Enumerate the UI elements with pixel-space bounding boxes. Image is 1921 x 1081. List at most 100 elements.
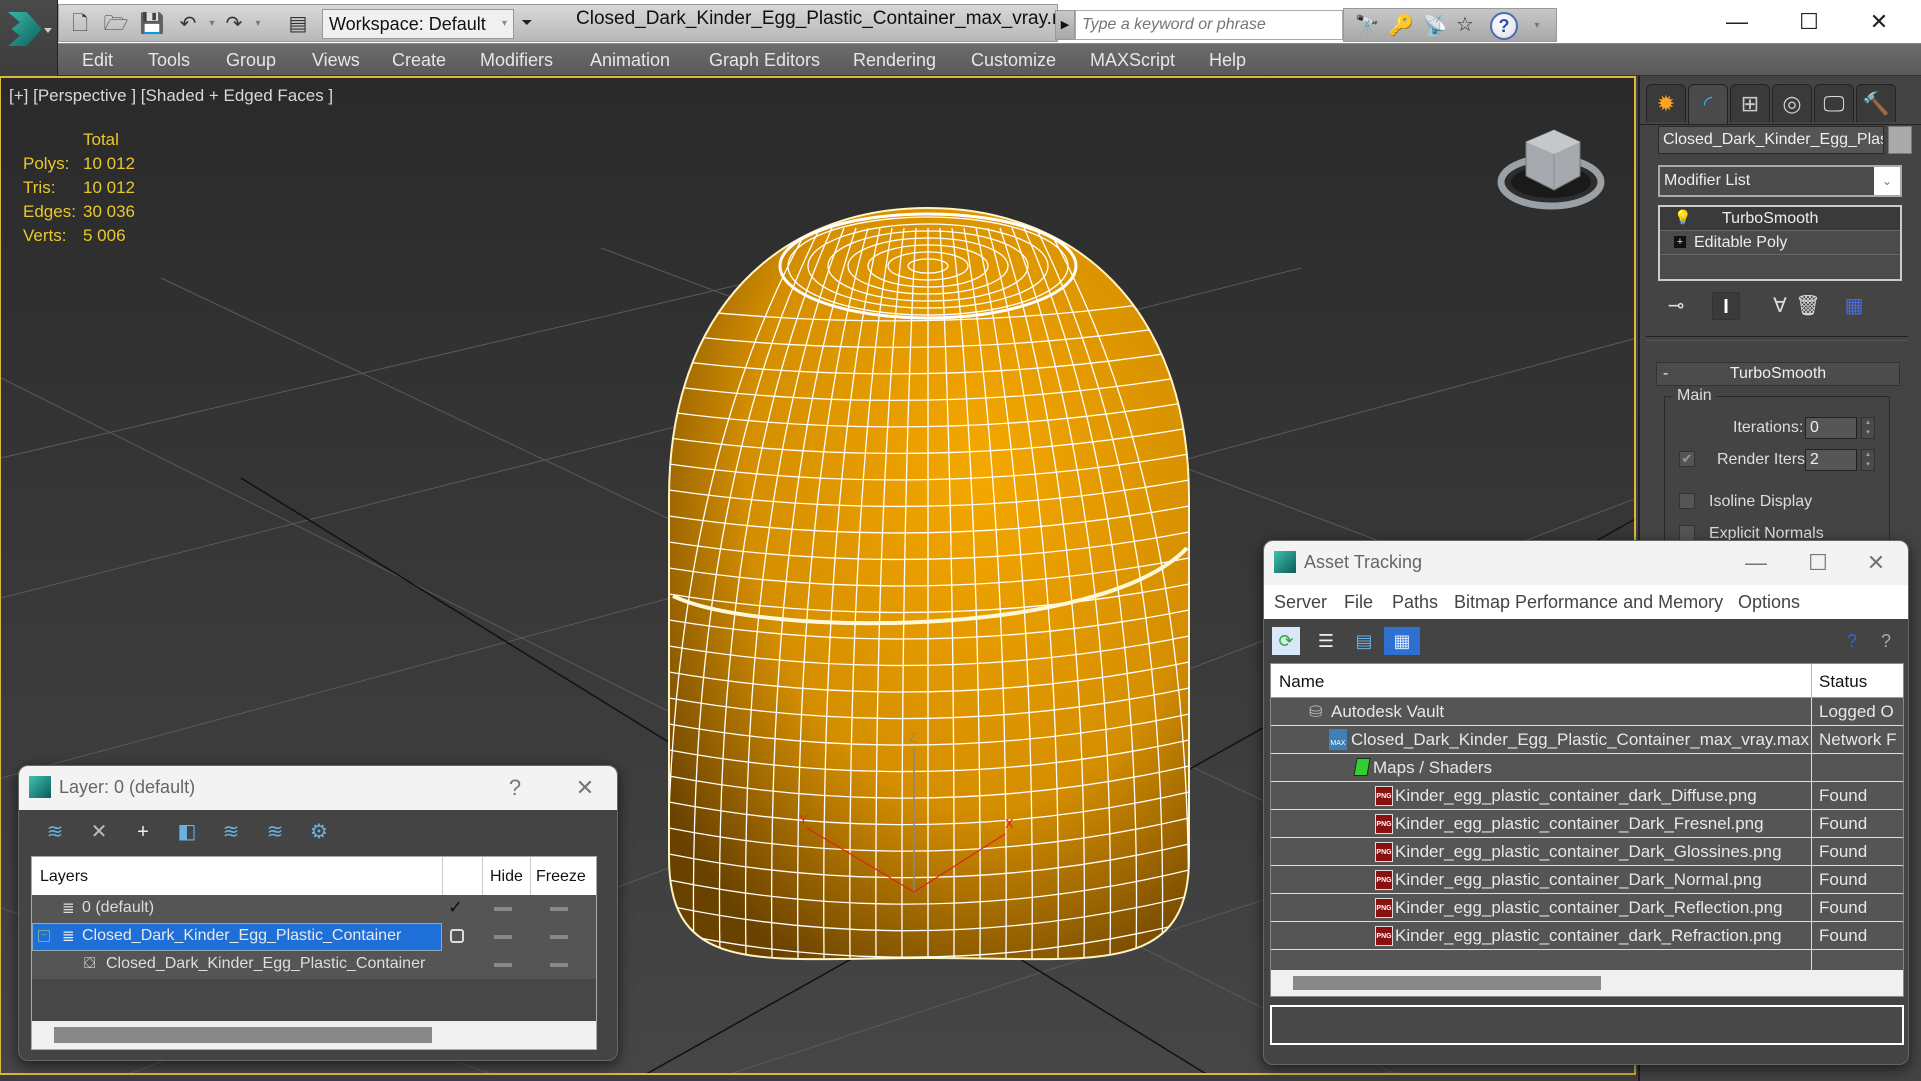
layer-row-selected[interactable]: − ≣ Closed_Dark_Kinder_Egg_Plastic_Conta… xyxy=(32,923,596,951)
menu-bitmap-performance[interactable]: Bitmap Performance and Memory xyxy=(1454,592,1723,613)
table-row[interactable]: PNG Kinder_egg_plastic_container_Dark_No… xyxy=(1271,866,1903,894)
menu-create[interactable]: Create xyxy=(392,50,446,71)
menu-server[interactable]: Server xyxy=(1274,592,1327,613)
freeze-toggle[interactable] xyxy=(550,935,568,939)
project-folder-icon[interactable]: ▤ xyxy=(285,11,311,37)
table-row[interactable]: PNG Kinder_egg_plastic_container_dark_Di… xyxy=(1271,782,1903,810)
save-icon[interactable]: 💾 xyxy=(139,11,165,37)
column-status[interactable]: Status xyxy=(1819,672,1867,692)
viewcube[interactable] xyxy=(1496,118,1606,218)
menu-tools[interactable]: Tools xyxy=(148,50,190,71)
new-file-icon[interactable]: 🗋 xyxy=(67,11,93,37)
asset-path-field[interactable] xyxy=(1270,1005,1904,1045)
horizontal-scrollbar[interactable] xyxy=(32,1021,596,1049)
maximize-button[interactable]: ☐ xyxy=(1802,549,1834,577)
tab-modify[interactable]: ◜ xyxy=(1688,84,1728,124)
menu-rendering[interactable]: Rendering xyxy=(853,50,936,71)
object-color-swatch[interactable] xyxy=(1888,126,1912,154)
explicit-normals-checkbox[interactable] xyxy=(1679,525,1695,541)
key-icon[interactable]: 🔑 xyxy=(1388,13,1414,39)
add-to-layer-icon[interactable]: + xyxy=(129,818,157,846)
help-button[interactable]: ? xyxy=(499,774,531,802)
scrollbar-thumb[interactable] xyxy=(1293,976,1601,990)
select-objects-icon[interactable]: ◧ xyxy=(173,818,201,846)
table-view-icon[interactable]: ▦ xyxy=(1384,627,1420,655)
lightbulb-icon[interactable]: 💡 xyxy=(1674,209,1691,226)
menu-animation[interactable]: Animation xyxy=(590,50,670,71)
remove-modifier-icon[interactable]: 🗑 xyxy=(1794,292,1822,320)
undo-icon[interactable]: ↶ xyxy=(175,11,201,37)
table-row[interactable]: PNG Kinder_egg_plastic_container_Dark_Fr… xyxy=(1271,810,1903,838)
list-view-icon[interactable]: ☰ xyxy=(1312,627,1340,655)
column-layers[interactable]: Layers xyxy=(40,868,88,886)
menu-paths[interactable]: Paths xyxy=(1392,592,1438,613)
redo-dropdown-icon[interactable]: ▾ xyxy=(245,11,271,37)
create-layer-icon[interactable]: ≋ xyxy=(41,818,69,846)
stack-item-turbosmooth[interactable]: 💡 TurboSmooth xyxy=(1660,207,1900,231)
scrollbar-thumb[interactable] xyxy=(54,1027,432,1043)
current-layer-checkmark-icon[interactable]: ✓ xyxy=(448,897,463,918)
menu-modifiers[interactable]: Modifiers xyxy=(480,50,553,71)
collapse-minus-icon[interactable]: − xyxy=(38,930,50,942)
tab-motion[interactable]: ◎ xyxy=(1772,84,1812,122)
menu-edit[interactable]: Edit xyxy=(82,50,113,71)
freeze-toggle[interactable] xyxy=(550,907,568,911)
table-row[interactable]: Maps / Shaders xyxy=(1271,754,1903,782)
open-file-icon[interactable]: 🗁 xyxy=(103,11,129,37)
refresh-icon[interactable]: ⟳ xyxy=(1272,627,1300,655)
tab-create[interactable]: ✹ xyxy=(1646,84,1686,122)
satellite-icon[interactable]: 📡 xyxy=(1422,13,1448,39)
configure-modifier-sets-icon[interactable]: ▦ xyxy=(1840,292,1868,320)
menu-maxscript[interactable]: MAXScript xyxy=(1090,50,1175,71)
help-dropdown-icon[interactable]: ▾ xyxy=(1524,13,1550,39)
hide-toggle[interactable] xyxy=(494,935,512,939)
render-iters-spinner[interactable]: 2 xyxy=(1805,449,1857,471)
menu-group[interactable]: Group xyxy=(226,50,276,71)
delete-layer-icon[interactable]: ✕ xyxy=(85,818,113,846)
menu-graph-editors[interactable]: Graph Editors xyxy=(709,50,820,71)
search-input[interactable] xyxy=(1075,10,1343,40)
column-hide[interactable]: Hide xyxy=(490,868,523,886)
table-row[interactable]: MAX Closed_Dark_Kinder_Egg_Plastic_Conta… xyxy=(1271,726,1903,754)
close-button[interactable]: ✕ xyxy=(569,774,601,802)
help-icon[interactable]: ? xyxy=(1490,12,1518,40)
make-unique-icon[interactable]: ∀ xyxy=(1766,292,1794,320)
layer-row[interactable]: ≣ 0 (default) ✓ xyxy=(32,895,596,923)
modifier-list-dropdown[interactable]: Modifier List ⌄ xyxy=(1658,165,1902,197)
menu-customize[interactable]: Customize xyxy=(971,50,1056,71)
binoculars-icon[interactable]: 🔭 xyxy=(1354,13,1380,39)
menu-help[interactable]: Help xyxy=(1209,50,1246,71)
menu-views[interactable]: Views xyxy=(312,50,360,71)
table-row[interactable]: PNG Kinder_egg_plastic_container_Dark_Re… xyxy=(1271,894,1903,922)
table-row[interactable]: PNG Kinder_egg_plastic_container_dark_Re… xyxy=(1271,922,1903,950)
turbosmooth-rollout-header[interactable]: - TurboSmooth xyxy=(1656,362,1900,386)
tree-view-icon[interactable]: ▤ xyxy=(1350,627,1378,655)
freeze-toggle[interactable] xyxy=(550,963,568,967)
pin-stack-icon[interactable]: ⊸ xyxy=(1662,292,1690,320)
tab-display[interactable]: 🖵 xyxy=(1814,84,1854,122)
horizontal-scrollbar[interactable] xyxy=(1271,970,1903,996)
tab-hierarchy[interactable]: ⊞ xyxy=(1730,84,1770,122)
select-layer-icon[interactable]: ≋ xyxy=(217,818,245,846)
close-button[interactable]: ✕ xyxy=(1856,6,1902,38)
asset-tracking-titlebar[interactable]: Asset Tracking — ☐ ✕ xyxy=(1264,541,1908,585)
tab-utilities[interactable]: 🔨 xyxy=(1856,84,1896,122)
column-name[interactable]: Name xyxy=(1279,672,1324,692)
table-row[interactable]: ⛁ Autodesk Vault Logged O xyxy=(1271,698,1903,726)
render-iters-checkbox[interactable]: ✔ xyxy=(1679,451,1695,467)
workspace-dropdown[interactable]: Workspace: Default ▾ xyxy=(322,9,514,39)
context-help-icon[interactable]: ? xyxy=(1872,627,1900,655)
star-icon[interactable]: ☆ xyxy=(1452,12,1478,38)
stack-item-editable-poly[interactable]: + Editable Poly xyxy=(1660,231,1900,255)
set-current-layer-box[interactable] xyxy=(450,929,464,943)
close-button[interactable]: ✕ xyxy=(1860,549,1892,577)
layer-properties-icon[interactable]: ⚙ xyxy=(305,818,333,846)
render-iters-spinner-arrows[interactable]: ▴ ▾ xyxy=(1861,449,1875,471)
table-row[interactable]: PNG Kinder_egg_plastic_container_Dark_Gl… xyxy=(1271,838,1903,866)
viewport-label-menu[interactable]: [+] [Perspective ] [Shaded + Edged Faces… xyxy=(9,86,333,106)
layer-window-titlebar[interactable]: Layer: 0 (default) ? ✕ xyxy=(19,766,617,810)
iterations-spinner[interactable]: 0 xyxy=(1805,417,1857,439)
show-end-result-icon[interactable]: I xyxy=(1712,292,1740,320)
isoline-display-checkbox[interactable] xyxy=(1679,493,1695,509)
menu-file[interactable]: File xyxy=(1344,592,1373,613)
